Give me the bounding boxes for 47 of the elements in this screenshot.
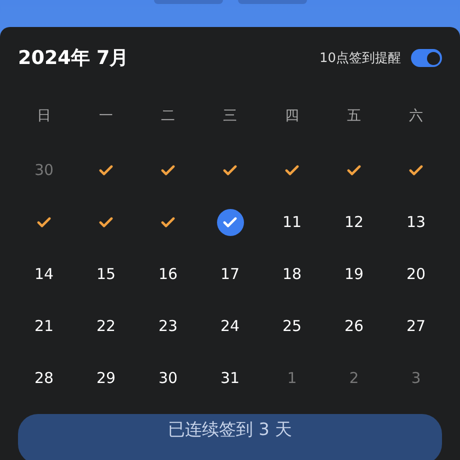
weekday-label: 一 bbox=[99, 107, 113, 125]
day-number[interactable]: 30 bbox=[158, 369, 178, 387]
check-icon bbox=[99, 164, 113, 176]
day-number[interactable]: 13 bbox=[406, 213, 426, 231]
weekday-label: 四 bbox=[285, 107, 299, 125]
day-number[interactable]: 22 bbox=[96, 317, 116, 335]
reminder-toggle[interactable] bbox=[411, 49, 442, 67]
day-number[interactable]: 19 bbox=[344, 265, 364, 283]
day-number[interactable]: 27 bbox=[406, 317, 426, 335]
streak-button[interactable]: 已连续签到 3 天 bbox=[18, 414, 442, 460]
check-icon bbox=[409, 164, 423, 176]
day-number[interactable]: 21 bbox=[34, 317, 54, 335]
check-icon bbox=[223, 216, 237, 228]
day-number[interactable]: 3 bbox=[411, 369, 421, 387]
day-number[interactable]: 1 bbox=[287, 369, 297, 387]
day-number[interactable]: 14 bbox=[34, 265, 54, 283]
check-icon bbox=[99, 216, 113, 228]
day-number[interactable]: 28 bbox=[34, 369, 54, 387]
day-number[interactable]: 16 bbox=[158, 265, 178, 283]
day-number[interactable]: 25 bbox=[282, 317, 302, 335]
day-number[interactable]: 31 bbox=[220, 369, 240, 387]
weekday-label: 五 bbox=[347, 107, 361, 125]
check-icon bbox=[347, 164, 361, 176]
day-number[interactable]: 30 bbox=[34, 161, 54, 179]
day-number[interactable]: 17 bbox=[220, 265, 240, 283]
day-number[interactable]: 23 bbox=[158, 317, 178, 335]
check-icon bbox=[37, 216, 51, 228]
day-number[interactable]: 11 bbox=[282, 213, 302, 231]
month-title: 2024年 7月 bbox=[18, 46, 129, 71]
day-number[interactable]: 18 bbox=[282, 265, 302, 283]
day-number[interactable]: 24 bbox=[220, 317, 240, 335]
day-number[interactable]: 26 bbox=[344, 317, 364, 335]
weekday-label: 六 bbox=[409, 107, 423, 125]
day-number[interactable]: 2 bbox=[349, 369, 359, 387]
today-marker[interactable] bbox=[216, 208, 244, 236]
day-number[interactable]: 29 bbox=[96, 369, 116, 387]
day-number[interactable]: 15 bbox=[96, 265, 116, 283]
check-icon bbox=[285, 164, 299, 176]
weekday-label: 二 bbox=[161, 107, 175, 125]
reminder-label: 10点签到提醒 bbox=[319, 50, 401, 67]
weekday-label: 三 bbox=[223, 107, 237, 125]
weekday-label: 日 bbox=[37, 107, 51, 125]
check-icon bbox=[161, 164, 175, 176]
day-number[interactable]: 12 bbox=[344, 213, 364, 231]
day-number[interactable]: 20 bbox=[406, 265, 426, 283]
check-icon bbox=[223, 164, 237, 176]
check-icon bbox=[161, 216, 175, 228]
